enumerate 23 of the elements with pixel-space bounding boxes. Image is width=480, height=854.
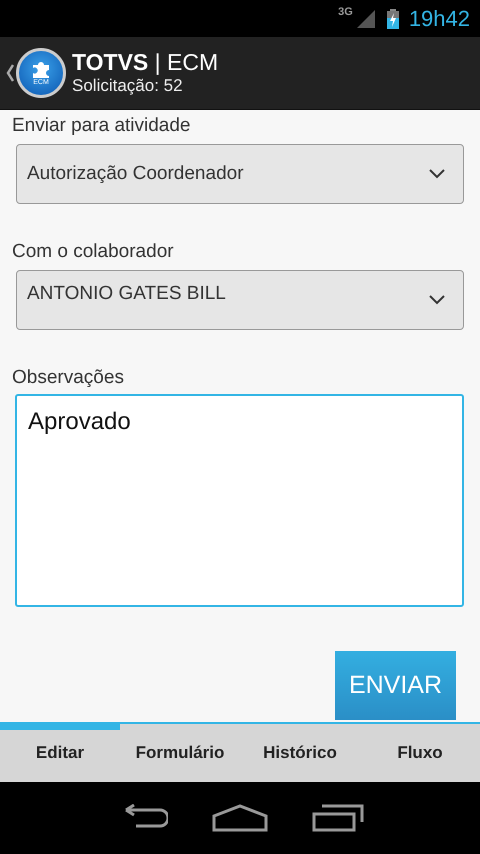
network-type: 3G — [338, 6, 353, 18]
app-title: TOTVS | ECM — [72, 49, 218, 75]
battery-charging-icon — [386, 8, 399, 28]
recent-apps-icon[interactable] — [312, 804, 364, 832]
signal-icon — [356, 10, 375, 28]
field-label: Enviar para atividade — [12, 114, 192, 138]
puzzle-icon — [31, 59, 51, 79]
caret-icon — [429, 169, 445, 179]
caret-icon — [429, 295, 445, 305]
home-icon[interactable] — [212, 804, 268, 832]
request-subtitle: Solicitação: 52 — [72, 75, 184, 97]
field-label: Com o colaborador — [12, 240, 175, 264]
clock: 19h42 — [408, 6, 470, 32]
dropdown[interactable]: ANTONIO GATES BILL — [16, 270, 464, 330]
up-caret-icon[interactable] — [6, 64, 14, 82]
tab[interactable]: Formulário — [120, 724, 240, 782]
tab[interactable]: Histórico — [240, 724, 360, 782]
observations-field[interactable]: Aprovado — [15, 394, 464, 607]
dropdown-value: ANTONIO GATES BILL — [27, 283, 226, 305]
dropdown-value: Autorização Coordenador — [27, 163, 244, 185]
tab[interactable]: Fluxo — [360, 724, 480, 782]
dropdown[interactable]: Autorização Coordenador — [16, 144, 464, 204]
field-label: Observações — [12, 366, 125, 390]
